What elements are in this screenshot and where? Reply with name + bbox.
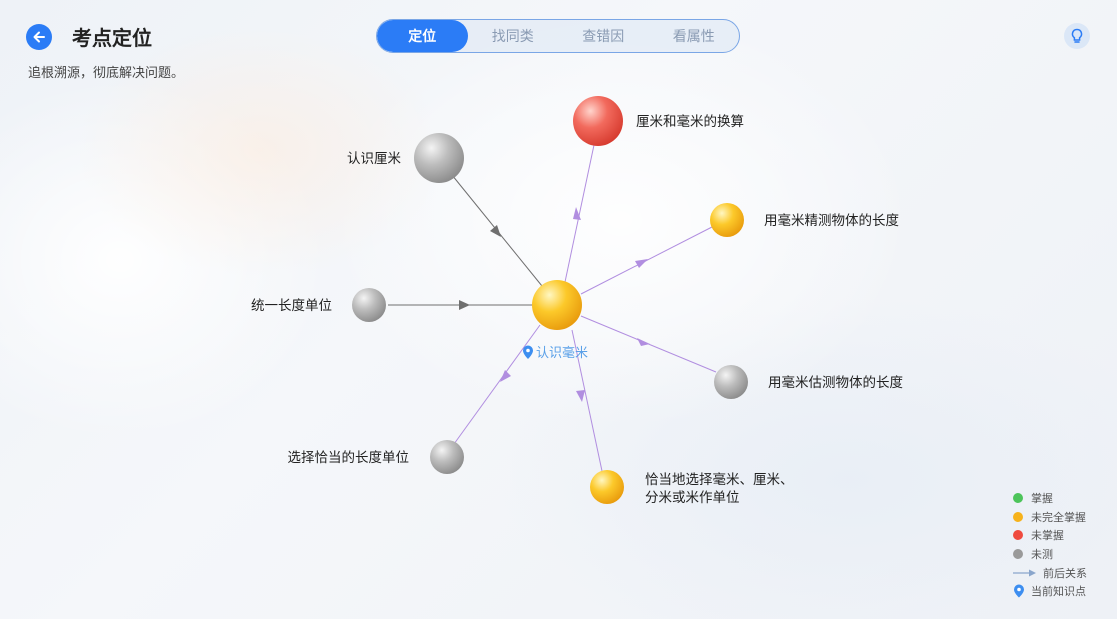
svg-text:用毫米精测物体的长度: 用毫米精测物体的长度 xyxy=(764,212,899,229)
node-center-recognize-mm[interactable]: 认识毫米 xyxy=(523,280,588,361)
legend-item: 掌握 xyxy=(1013,489,1087,508)
node-cm-mm-conversion[interactable]: 厘米和毫米的换算 xyxy=(573,96,744,146)
legend-item: 未完全掌握 xyxy=(1013,508,1087,527)
edge-followup-3 xyxy=(564,144,595,283)
svg-text:选择恰当的长度单位: 选择恰当的长度单位 xyxy=(288,450,410,466)
node-mm-precise-measure[interactable]: 用毫米精测物体的长度 xyxy=(710,203,899,237)
edge-followup-7 xyxy=(453,324,541,445)
legend-item: 未测 xyxy=(1013,545,1087,564)
svg-text:分米或米作单位: 分米或米作单位 xyxy=(645,490,740,506)
green-dot-icon xyxy=(1013,493,1023,504)
svg-text:认识毫米: 认识毫米 xyxy=(536,345,588,361)
red-dot-icon xyxy=(1013,530,1023,541)
edge-prereq-1 xyxy=(451,174,543,287)
location-pin-icon xyxy=(523,345,533,359)
knowledge-graph: 认识厘米 统一长度单位 厘米和毫米的换算 用毫米精测物体的长度 用毫米估测物体的… xyxy=(251,96,903,506)
legend-item: 未掌握 xyxy=(1013,526,1087,545)
node-unify-length-units[interactable]: 统一长度单位 xyxy=(251,288,386,322)
svg-text:认识厘米: 认识厘米 xyxy=(347,151,401,167)
svg-text:统一长度单位: 统一长度单位 xyxy=(251,298,332,314)
node-choose-proper-units[interactable]: 恰当地选择毫米、厘米、 分米或米作单位 xyxy=(590,470,794,506)
yellow-dot-icon xyxy=(1013,511,1023,522)
edge-followup-5 xyxy=(580,315,717,373)
svg-text:用毫米估测物体的长度: 用毫米估测物体的长度 xyxy=(768,374,903,391)
gray-dot-icon xyxy=(1013,549,1023,560)
node-select-length-unit[interactable]: 选择恰当的长度单位 xyxy=(288,440,465,474)
node-recognize-cm[interactable]: 认识厘米 xyxy=(347,133,464,183)
node-mm-estimate-length[interactable]: 用毫米估测物体的长度 xyxy=(714,365,903,399)
svg-text:恰当地选择毫米、厘米、: 恰当地选择毫米、厘米、 xyxy=(645,471,794,488)
svg-text:厘米和毫米的换算: 厘米和毫米的换算 xyxy=(636,113,744,130)
legend-item: 当前知识点 xyxy=(1013,582,1087,601)
edge-followup-4 xyxy=(580,226,713,295)
edge-prereq-2 xyxy=(388,300,533,310)
location-pin-icon xyxy=(1014,584,1024,598)
legend-item: 前后关系 xyxy=(1013,563,1087,582)
arrow-right-icon xyxy=(1013,569,1036,577)
legend: 掌握 未完全掌握 未掌握 未测 前后关系 当前知识点 xyxy=(1013,489,1087,601)
